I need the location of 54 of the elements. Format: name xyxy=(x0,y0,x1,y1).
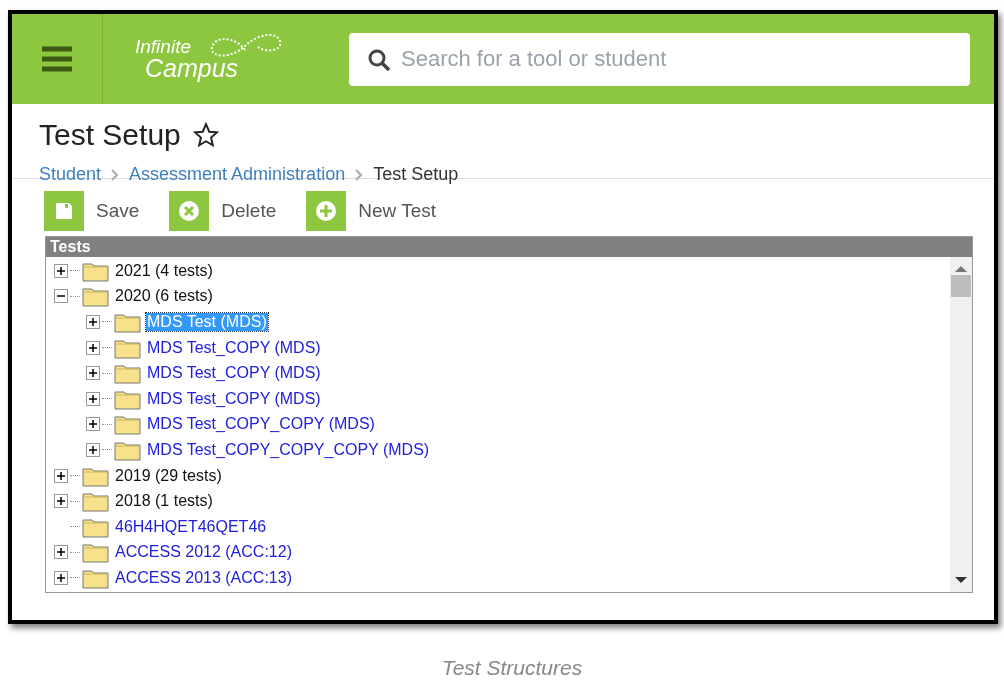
tree-item[interactable]: 2021 (4 tests) xyxy=(114,261,214,280)
scrollbar[interactable] xyxy=(950,257,972,592)
logo-text: Campus xyxy=(145,56,239,81)
folder-icon xyxy=(114,362,141,385)
save-button[interactable]: Save xyxy=(44,189,140,233)
scroll-thumb[interactable] xyxy=(951,275,971,297)
tree-item[interactable]: 46H4HQET46QET46 xyxy=(114,517,268,536)
star-icon[interactable] xyxy=(192,122,219,148)
tree-item[interactable]: MDS Test_COPY (MDS) xyxy=(146,389,322,408)
figure-caption: Test Structures xyxy=(440,656,584,680)
breadcrumb-link[interactable]: Assessment Administration xyxy=(129,164,346,185)
expand-icon[interactable] xyxy=(54,545,68,560)
tree-header: Tests xyxy=(46,237,972,257)
tree-item[interactable]: ACCESS 2013 (ACC:13) xyxy=(114,568,293,587)
tree-item[interactable]: 2020 (6 tests) xyxy=(114,287,214,306)
folder-icon xyxy=(82,541,109,564)
search-field[interactable]: Search for a tool or student xyxy=(349,32,970,86)
delete-icon xyxy=(178,200,201,222)
expand-icon[interactable] xyxy=(86,366,100,381)
expand-icon[interactable] xyxy=(54,494,68,509)
folder-icon xyxy=(114,311,141,333)
add-icon xyxy=(315,200,338,222)
tree-item[interactable]: MDS Test_COPY (MDS) xyxy=(146,364,322,383)
collapse-icon[interactable] xyxy=(54,289,68,304)
tree-item[interactable]: MDS Test_COPY (MDS) xyxy=(146,338,322,357)
tree-item[interactable]: MDS Test_COPY_COPY_COPY (MDS) xyxy=(146,440,431,459)
expand-icon[interactable] xyxy=(86,340,100,355)
folder-icon xyxy=(114,413,141,436)
tree-item[interactable]: ACCESS 2012 (ACC:12) xyxy=(114,543,293,562)
expand-icon[interactable] xyxy=(54,468,68,483)
expand-icon[interactable] xyxy=(86,391,100,406)
scroll-down-icon[interactable] xyxy=(955,576,967,584)
logo-text: Infinite xyxy=(135,37,192,56)
breadcrumb-current: Test Setup xyxy=(373,164,459,185)
tree-item[interactable]: 2018 (1 tests) xyxy=(114,492,214,511)
new-button[interactable]: New Test xyxy=(306,189,437,233)
expand-icon[interactable] xyxy=(86,442,100,457)
tree-item[interactable]: MDS Test_COPY_COPY (MDS) xyxy=(146,415,376,434)
expand-icon[interactable] xyxy=(54,570,68,585)
expand-icon[interactable] xyxy=(54,263,68,278)
folder-icon xyxy=(82,285,109,308)
scroll-up-icon[interactable] xyxy=(955,265,967,273)
folder-icon xyxy=(82,490,109,513)
menu-icon xyxy=(41,45,73,73)
expand-icon[interactable] xyxy=(86,315,100,329)
tree-item[interactable]: 2019 (29 tests) xyxy=(114,466,223,485)
save-icon xyxy=(54,201,74,221)
breadcrumb-link[interactable]: Student xyxy=(39,164,102,185)
delete-button[interactable]: Delete xyxy=(169,189,277,233)
chevron-icon xyxy=(355,168,364,181)
page-title: Test Setup xyxy=(39,118,181,152)
chevron-icon xyxy=(111,168,120,181)
search-icon xyxy=(367,47,391,72)
expand-icon[interactable] xyxy=(86,417,100,432)
